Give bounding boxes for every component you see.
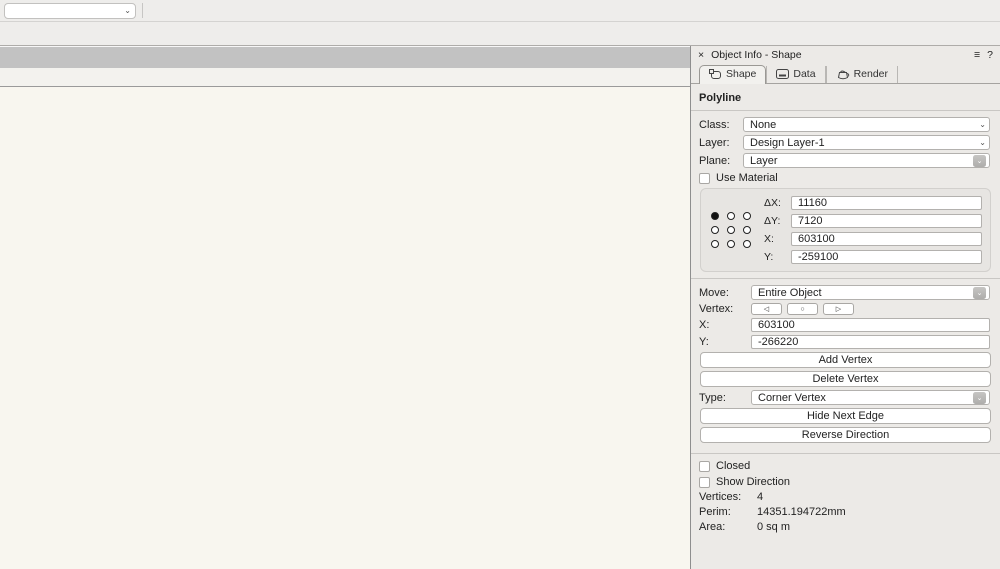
closed-label: Closed — [716, 460, 750, 472]
show-direction-checkbox[interactable] — [699, 477, 710, 488]
next-vertex-button[interactable]: ▷ — [823, 303, 854, 315]
tab-shape[interactable]: Shape — [699, 65, 766, 84]
triangle-left-icon: ◁ — [764, 305, 769, 313]
show-direction-label: Show Direction — [716, 476, 790, 488]
type-label: Type: — [699, 392, 751, 404]
x-label: X: — [764, 233, 791, 245]
layer-select[interactable]: Design Layer-1 ⌄ — [743, 135, 990, 150]
area-label: Area: — [699, 521, 757, 533]
coordinates-group: ΔX: 11160 ΔY: 7120 X: 603100 Y: -259100 — [700, 188, 991, 272]
dx-label: ΔX: — [764, 197, 791, 209]
y-label: Y: — [764, 251, 791, 263]
document-style-combo[interactable]: ⌄ — [4, 3, 136, 19]
closed-checkbox[interactable] — [699, 461, 710, 472]
move-select[interactable]: Entire Object ⌄ — [751, 285, 990, 300]
polyline-drawing — [0, 87, 690, 569]
plane-select[interactable]: Layer ⌄ — [743, 153, 990, 168]
close-icon[interactable]: × — [698, 49, 704, 61]
vertex-type-select[interactable]: Corner Vertex ⌄ — [751, 390, 990, 405]
point-icon: ○ — [800, 306, 804, 313]
toolbar-row-2 — [0, 22, 1000, 46]
hide-next-edge-button[interactable]: Hide Next Edge — [700, 408, 991, 424]
document-window-titlebar — [0, 46, 690, 68]
class-select[interactable]: None ⌄ — [743, 117, 990, 132]
object-info-panel: × Object Info - Shape ≡ ? Shape Data Ren… — [690, 46, 1000, 569]
use-material-checkbox[interactable] — [699, 173, 710, 184]
chevron-down-icon: ⌄ — [973, 392, 986, 404]
area-value: 0 sq m — [757, 521, 790, 533]
reverse-direction-button[interactable]: Reverse Direction — [700, 427, 991, 443]
object-info-body: Polyline Class: None ⌄ Layer: Design Lay… — [691, 84, 1000, 569]
dx-field[interactable]: 11160 — [791, 196, 982, 210]
reference-point-grid[interactable] — [711, 212, 752, 249]
dy-field[interactable]: 7120 — [791, 214, 982, 228]
object-type-label: Polyline — [699, 92, 741, 104]
chevron-down-icon: ⌄ — [973, 287, 986, 299]
render-tab-icon — [836, 69, 850, 80]
horizontal-ruler — [0, 68, 690, 87]
chevron-down-icon: ⌄ — [979, 138, 986, 147]
previous-vertex-button[interactable]: ◁ — [751, 303, 782, 315]
x-field[interactable]: 603100 — [791, 232, 982, 246]
vertex-x-label: X: — [699, 319, 751, 331]
chevron-down-icon: ⌄ — [973, 155, 986, 167]
vertex-x-field[interactable]: 603100 — [751, 318, 990, 332]
vertex-y-label: Y: — [699, 336, 751, 348]
object-info-tabs: Shape Data Render — [691, 63, 1000, 84]
vertex-point-button[interactable]: ○ — [787, 303, 818, 315]
tab-data[interactable]: Data — [766, 66, 825, 83]
menu-icon[interactable]: ≡ — [974, 49, 980, 61]
toolbar-row-1: ⌄ — [0, 0, 1000, 22]
perimeter-value: 14351.194722mm — [757, 506, 846, 518]
perimeter-label: Perim: — [699, 506, 757, 518]
tab-render[interactable]: Render — [826, 66, 898, 83]
chevron-down-icon: ⌄ — [124, 6, 131, 15]
vertex-label: Vertex: — [699, 303, 751, 315]
plane-label: Plane: — [699, 155, 743, 167]
toolbar-separator — [142, 3, 143, 18]
dy-label: ΔY: — [764, 215, 791, 227]
drawing-canvas[interactable] — [0, 87, 690, 569]
triangle-right-icon: ▷ — [836, 305, 841, 313]
move-label: Move: — [699, 287, 751, 299]
data-tab-icon — [776, 69, 789, 79]
delete-vertex-button[interactable]: Delete Vertex — [700, 371, 991, 387]
add-vertex-button[interactable]: Add Vertex — [700, 352, 991, 368]
use-material-label: Use Material — [716, 172, 778, 184]
layer-label: Layer: — [699, 137, 743, 149]
help-icon[interactable]: ? — [987, 49, 993, 61]
vertex-y-field[interactable]: -266220 — [751, 335, 990, 349]
class-label: Class: — [699, 119, 743, 131]
y-field[interactable]: -259100 — [791, 250, 982, 264]
shape-tab-icon — [709, 69, 722, 80]
panel-title: Object Info - Shape — [711, 49, 801, 61]
vertices-label: Vertices: — [699, 491, 757, 503]
vertices-value: 4 — [757, 491, 763, 503]
chevron-down-icon: ⌄ — [979, 120, 986, 129]
object-info-header: × Object Info - Shape ≡ ? — [691, 46, 1000, 63]
